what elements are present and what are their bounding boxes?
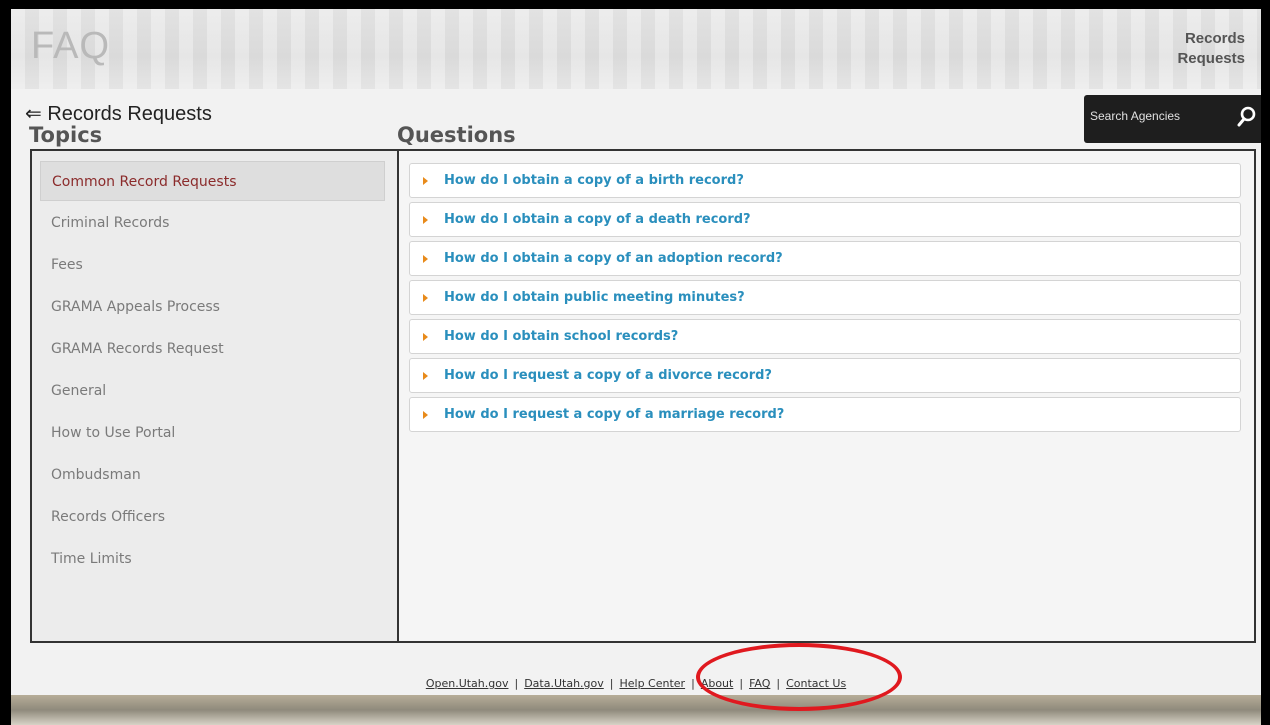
expand-arrow-icon — [423, 411, 428, 419]
footer-link-open-utah[interactable]: Open.Utah.gov — [426, 677, 509, 690]
footer-separator: | — [691, 677, 695, 690]
header-banner — [11, 9, 1261, 89]
topic-how-to-use-portal[interactable]: How to Use Portal — [40, 413, 385, 453]
records-requests-nav-link[interactable]: Records Requests — [1155, 29, 1245, 69]
question-item[interactable]: How do I obtain school records? — [409, 319, 1241, 354]
question-text: How do I obtain a copy of a death record… — [444, 212, 751, 227]
footer-link-help-center[interactable]: Help Center — [619, 677, 685, 690]
bottom-background-strip — [11, 695, 1261, 725]
footer-separator: | — [609, 677, 614, 690]
footer-separator: | — [739, 677, 744, 690]
topic-criminal-records[interactable]: Criminal Records — [40, 203, 385, 243]
expand-arrow-icon — [423, 294, 428, 302]
topic-fees[interactable]: Fees — [40, 245, 385, 285]
question-text: How do I obtain a copy of a birth record… — [444, 173, 744, 188]
question-text: How do I obtain public meeting minutes? — [444, 290, 745, 305]
expand-arrow-icon — [423, 177, 428, 185]
search-icon — [1237, 106, 1256, 127]
topic-common-record-requests[interactable]: Common Record Requests — [40, 161, 385, 201]
topic-grama-appeals-process[interactable]: GRAMA Appeals Process — [40, 287, 385, 327]
topic-general[interactable]: General — [40, 371, 385, 411]
footer-link-contact-us[interactable]: Contact Us — [786, 677, 846, 690]
topic-ombudsman[interactable]: Ombudsman — [40, 455, 385, 495]
questions-heading: Questions — [397, 123, 516, 147]
question-item[interactable]: How do I request a copy of a marriage re… — [409, 397, 1241, 432]
search-agencies-box — [1084, 95, 1261, 143]
expand-arrow-icon — [423, 333, 428, 341]
question-text: How do I obtain a copy of an adoption re… — [444, 251, 783, 266]
questions-panel: How do I obtain a copy of a birth record… — [397, 149, 1256, 643]
question-text: How do I request a copy of a marriage re… — [444, 407, 785, 422]
topics-heading: Topics — [29, 123, 103, 147]
question-item[interactable]: How do I obtain a copy of an adoption re… — [409, 241, 1241, 276]
topic-grama-records-request[interactable]: GRAMA Records Request — [40, 329, 385, 369]
question-text: How do I request a copy of a divorce rec… — [444, 368, 772, 383]
search-button[interactable] — [1236, 105, 1258, 129]
page-title: FAQ — [31, 25, 111, 67]
question-item[interactable]: How do I obtain a copy of a death record… — [409, 202, 1241, 237]
topic-time-limits[interactable]: Time Limits — [40, 539, 385, 579]
expand-arrow-icon — [423, 255, 428, 263]
footer-separator: | — [776, 677, 781, 690]
topics-panel: Common Record Requests Criminal Records … — [30, 149, 401, 643]
footer-link-about[interactable]: About — [701, 677, 734, 690]
search-agencies-input[interactable] — [1090, 107, 1222, 125]
expand-arrow-icon — [423, 216, 428, 224]
topic-records-officers[interactable]: Records Officers — [40, 497, 385, 537]
expand-arrow-icon — [423, 372, 428, 380]
footer-link-data-utah[interactable]: Data.Utah.gov — [524, 677, 604, 690]
question-item[interactable]: How do I request a copy of a divorce rec… — [409, 358, 1241, 393]
footer-separator: | — [514, 677, 519, 690]
page-frame: FAQ Records Requests ⇐ Records Requests … — [11, 9, 1261, 725]
question-text: How do I obtain school records? — [444, 329, 679, 344]
question-item[interactable]: How do I obtain public meeting minutes? — [409, 280, 1241, 315]
question-item[interactable]: How do I obtain a copy of a birth record… — [409, 163, 1241, 198]
footer-links: Open.Utah.gov | Data.Utah.gov | Help Center |… — [11, 677, 1261, 690]
footer-link-faq[interactable]: FAQ — [749, 677, 770, 690]
